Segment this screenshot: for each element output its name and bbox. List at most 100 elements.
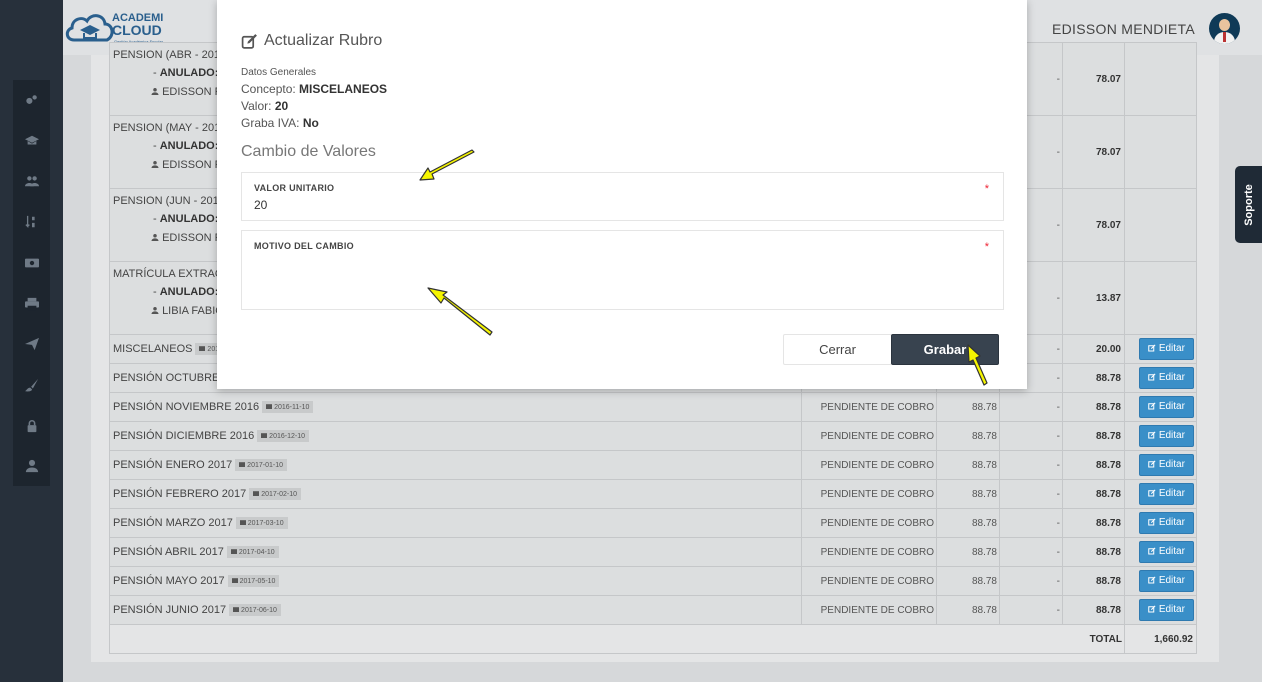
brand-line-2: CLOUD — [112, 22, 162, 38]
edit-button[interactable]: Editar — [1139, 541, 1194, 563]
edit-button[interactable]: Editar — [1139, 396, 1194, 418]
rubro-name: PENSIÓN MARZO 2017 — [113, 516, 233, 529]
rubro-name: PENSIÓN NOVIEMBRE 2016 — [113, 400, 260, 413]
calendar-icon — [239, 520, 246, 526]
annotation-arrow-icon — [419, 149, 475, 181]
brush-icon — [24, 378, 38, 392]
annulled-user-name: EDISSON R — [162, 159, 223, 171]
concept-value: MISCELANEOS — [299, 82, 388, 96]
rubro-name: PENSIÓN DICIEMBRE 2016 — [113, 429, 255, 442]
sidebar-item-graduation-cap[interactable] — [13, 121, 50, 161]
sidebar-item-print[interactable] — [13, 284, 50, 324]
edit-icon — [1148, 605, 1156, 613]
edit-icon — [1148, 576, 1156, 584]
due-date-badge: 2016-11-10 — [262, 401, 314, 414]
edit-button[interactable]: Editar — [1139, 454, 1194, 476]
change-reason-field[interactable]: MOTIVO DEL CAMBIO * — [241, 230, 1004, 310]
action-cell: Editar — [1124, 334, 1197, 364]
due-date-text: 2017-05-10 — [239, 578, 276, 586]
section-title: Cambio de Valores — [241, 143, 376, 160]
total-cell: 88.78 — [1062, 537, 1125, 567]
edit-button-label: Editar — [1158, 546, 1185, 557]
total-cell: 88.78 — [1062, 450, 1125, 480]
value-cell: 88.78 — [936, 537, 1000, 567]
rubro-cell: PENSIÓN NOVIEMBRE 2016 2016-11-10 — [109, 392, 802, 422]
value-line: Valor: 20 — [241, 98, 387, 115]
iva-label: Graba IVA: — [241, 116, 300, 130]
general-data: Datos Generales Concepto: MISCELANEOS Va… — [241, 64, 387, 132]
calendar-icon — [233, 607, 240, 613]
change-reason-label: MOTIVO DEL CAMBIO — [254, 241, 354, 251]
action-cell: Editar — [1124, 595, 1197, 625]
table-row: PENSIÓN MARZO 2017 2017-03-10 PENDIENTE D… — [109, 508, 1197, 538]
edit-button[interactable]: Editar — [1139, 338, 1194, 360]
edit-button[interactable]: Editar — [1139, 512, 1194, 534]
value-label: Valor: — [241, 99, 272, 113]
state-cell: PENDIENTE DE COBRO — [801, 508, 937, 538]
edit-button-label: Editar — [1158, 401, 1185, 412]
calendar-icon — [266, 404, 273, 410]
edit-button[interactable]: Editar — [1139, 425, 1194, 447]
total-value: 1,660.92 — [1124, 624, 1197, 654]
concept-label: Concepto: — [241, 82, 296, 96]
annulled-label: ANULADO: — [159, 213, 219, 225]
close-button[interactable]: Cerrar — [783, 334, 892, 365]
iva-value: No — [302, 116, 319, 130]
edit-button[interactable]: Editar — [1139, 570, 1194, 592]
action-cell: Editar — [1124, 479, 1197, 509]
total-cell: 78.07 — [1062, 188, 1125, 262]
unit-value-field[interactable]: VALOR UNITARIO * 20 — [241, 172, 1004, 221]
edit-button[interactable]: Editar — [1139, 599, 1194, 621]
total-row: TOTAL 1,660.92 — [109, 624, 1197, 654]
edit-button-label: Editar — [1158, 459, 1185, 470]
user-name[interactable]: EDISSON MENDIETA — [1052, 21, 1195, 37]
edit-button[interactable]: Editar — [1139, 367, 1194, 389]
action-cell — [1124, 115, 1197, 189]
edit-icon — [1148, 344, 1156, 352]
edit-button-label: Editar — [1158, 488, 1185, 499]
due-date-badge: 2017-02-10 — [249, 488, 302, 501]
total-cell: 88.78 — [1062, 421, 1125, 451]
sidebar-item-sort[interactable] — [13, 202, 50, 242]
action-cell — [1124, 261, 1197, 335]
action-cell: Editar — [1124, 450, 1197, 480]
table-row: PENSIÓN JUNIO 2017 2017-06-10 PENDIENTE D… — [109, 595, 1197, 625]
state-cell: PENDIENTE DE COBRO — [801, 595, 937, 625]
total-cell: 88.78 — [1062, 479, 1125, 509]
sidebar-item-gears[interactable] — [13, 80, 50, 120]
edit-button[interactable]: Editar — [1139, 483, 1194, 505]
action-cell: Editar — [1124, 537, 1197, 567]
user-icon — [151, 234, 159, 241]
user-icon — [151, 88, 159, 95]
sidebar-item-users[interactable] — [13, 161, 50, 201]
state-cell: PENDIENTE DE COBRO — [801, 566, 937, 596]
rubro-cell: PENSIÓN MARZO 2017 2017-03-10 — [109, 508, 802, 538]
table-row: PENSIÓN FEBRERO 2017 2017-02-10 PENDIENTE… — [109, 479, 1197, 509]
annotation-arrow-icon — [427, 287, 493, 336]
edit-button-label: Editar — [1158, 604, 1185, 615]
sidebar-item-lock[interactable] — [13, 406, 50, 446]
rubro-name: PENSIÓN JUNIO 2017 — [113, 603, 227, 616]
rubro-name: PENSIÓN MAYO 2017 — [113, 574, 225, 587]
general-data-heading: Datos Generales — [241, 67, 317, 78]
required-mark: * — [984, 241, 989, 253]
unit-value-input[interactable]: 20 — [254, 198, 267, 212]
total-cell: 88.78 — [1062, 508, 1125, 538]
sidebar-item-money[interactable] — [13, 243, 50, 283]
total-cell: 78.07 — [1062, 42, 1125, 116]
sidebar-item-user[interactable] — [13, 446, 50, 486]
rubro-name: PENSIÓN ABRIL 2017 — [113, 545, 224, 558]
calendar-icon — [239, 462, 246, 468]
sidebar-item-send[interactable] — [13, 324, 50, 364]
state-cell: PENDIENTE DE COBRO — [801, 421, 937, 451]
sidebar-item-brush[interactable] — [13, 365, 50, 405]
edit-icon — [1148, 431, 1156, 439]
money-icon — [24, 258, 39, 268]
support-tab[interactable]: Soporte — [1235, 166, 1262, 243]
iva-cell: - — [999, 566, 1063, 596]
brand-name: ACADEMI CLOUD — [112, 13, 163, 38]
rubro-cell: PENSIÓN ABRIL 2017 2017-04-10 — [109, 537, 802, 567]
edit-icon — [1148, 402, 1156, 410]
avatar[interactable] — [1209, 13, 1240, 44]
edit-button-label: Editar — [1158, 517, 1185, 528]
